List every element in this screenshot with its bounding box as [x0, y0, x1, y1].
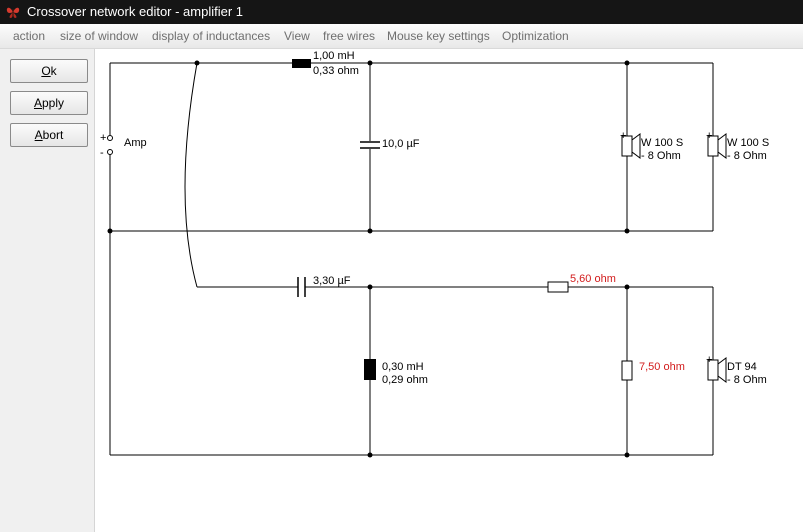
inductor-top-resistance: 0,33 ohm [313, 65, 359, 77]
inductor-top[interactable] [292, 59, 311, 68]
speaker-1-plus: + [620, 130, 627, 142]
junction-dot [624, 60, 630, 66]
schematic-canvas[interactable]: + - Amp 1,00 mH 0,33 ohm 10,0 µF + W 100… [95, 49, 803, 532]
menu-display-of-inductances[interactable]: display of inductances [152, 29, 270, 43]
abort-button[interactable]: Abort [10, 123, 88, 147]
capacitor-top[interactable] [360, 141, 380, 149]
abort-mnemonic: A [34, 128, 43, 142]
schematic-diagram [107, 59, 727, 458]
junction-dot [367, 60, 373, 66]
amp-plus-terminal[interactable] [107, 135, 113, 141]
speaker-3-plus: + [706, 354, 713, 366]
menu-free-wires[interactable]: free wires [323, 29, 375, 43]
resistor-series-value: 5,60 ohm [570, 273, 616, 285]
speaker-2-name: W 100 S [727, 137, 770, 149]
menu-action[interactable]: action [13, 29, 45, 43]
junction-dot [367, 284, 373, 290]
amp-plus-label: + [100, 132, 107, 144]
inductor-bottom-value: 0,30 mH [382, 361, 424, 373]
butterfly-icon[interactable] [5, 4, 21, 20]
speaker-2-plus: + [706, 130, 713, 142]
speaker-1-name: W 100 S [641, 137, 684, 149]
junction-dot [624, 228, 630, 234]
inductor-bottom[interactable] [364, 359, 376, 380]
junction-dot [107, 228, 113, 234]
junction-dot [624, 284, 630, 290]
resistor-shunt[interactable] [621, 360, 633, 381]
speaker-3-name: DT 94 [727, 361, 757, 373]
capacitor-bottom-value: 3,30 µF [313, 275, 351, 287]
menu-mouse-key-settings[interactable]: Mouse key settings [387, 29, 490, 43]
junction-dot [367, 228, 373, 234]
resistor-series[interactable] [547, 281, 569, 293]
speaker-2-impedance: - 8 Ohm [727, 150, 767, 162]
capacitor-bottom[interactable] [297, 277, 306, 297]
wire[interactable] [184, 62, 198, 288]
amp-minus-terminal[interactable] [107, 149, 113, 155]
junction-dot [367, 452, 373, 458]
capacitor-top-value: 10,0 µF [382, 138, 420, 150]
menu-bar: action size of window display of inducta… [0, 24, 803, 49]
window-title: Crossover network editor - amplifier 1 [27, 4, 244, 19]
menu-view[interactable]: View [284, 29, 310, 43]
speaker-3-impedance: - 8 Ohm [727, 374, 767, 386]
ok-mnemonic: O [41, 64, 51, 78]
amp-minus-label: - [100, 147, 104, 159]
apply-label: pply [42, 96, 65, 110]
menu-optimization[interactable]: Optimization [502, 29, 569, 43]
button-panel: Ok Apply Abort [0, 49, 95, 532]
resistor-shunt-value: 7,50 ohm [639, 361, 685, 373]
apply-button[interactable]: Apply [10, 91, 88, 115]
abort-label: bort [42, 128, 64, 142]
ok-button[interactable]: Ok [10, 59, 88, 83]
junction-dot [194, 60, 200, 66]
inductor-bottom-resistance: 0,29 ohm [382, 374, 428, 386]
menu-size-of-window[interactable]: size of window [60, 29, 138, 43]
title-bar: Crossover network editor - amplifier 1 [0, 0, 803, 24]
junction-dot [624, 452, 630, 458]
speaker-1-impedance: - 8 Ohm [641, 150, 681, 162]
apply-mnemonic: A [33, 96, 42, 110]
inductor-top-value: 1,00 mH [313, 50, 355, 62]
ok-label: k [50, 64, 57, 78]
amp-label: Amp [124, 137, 147, 149]
